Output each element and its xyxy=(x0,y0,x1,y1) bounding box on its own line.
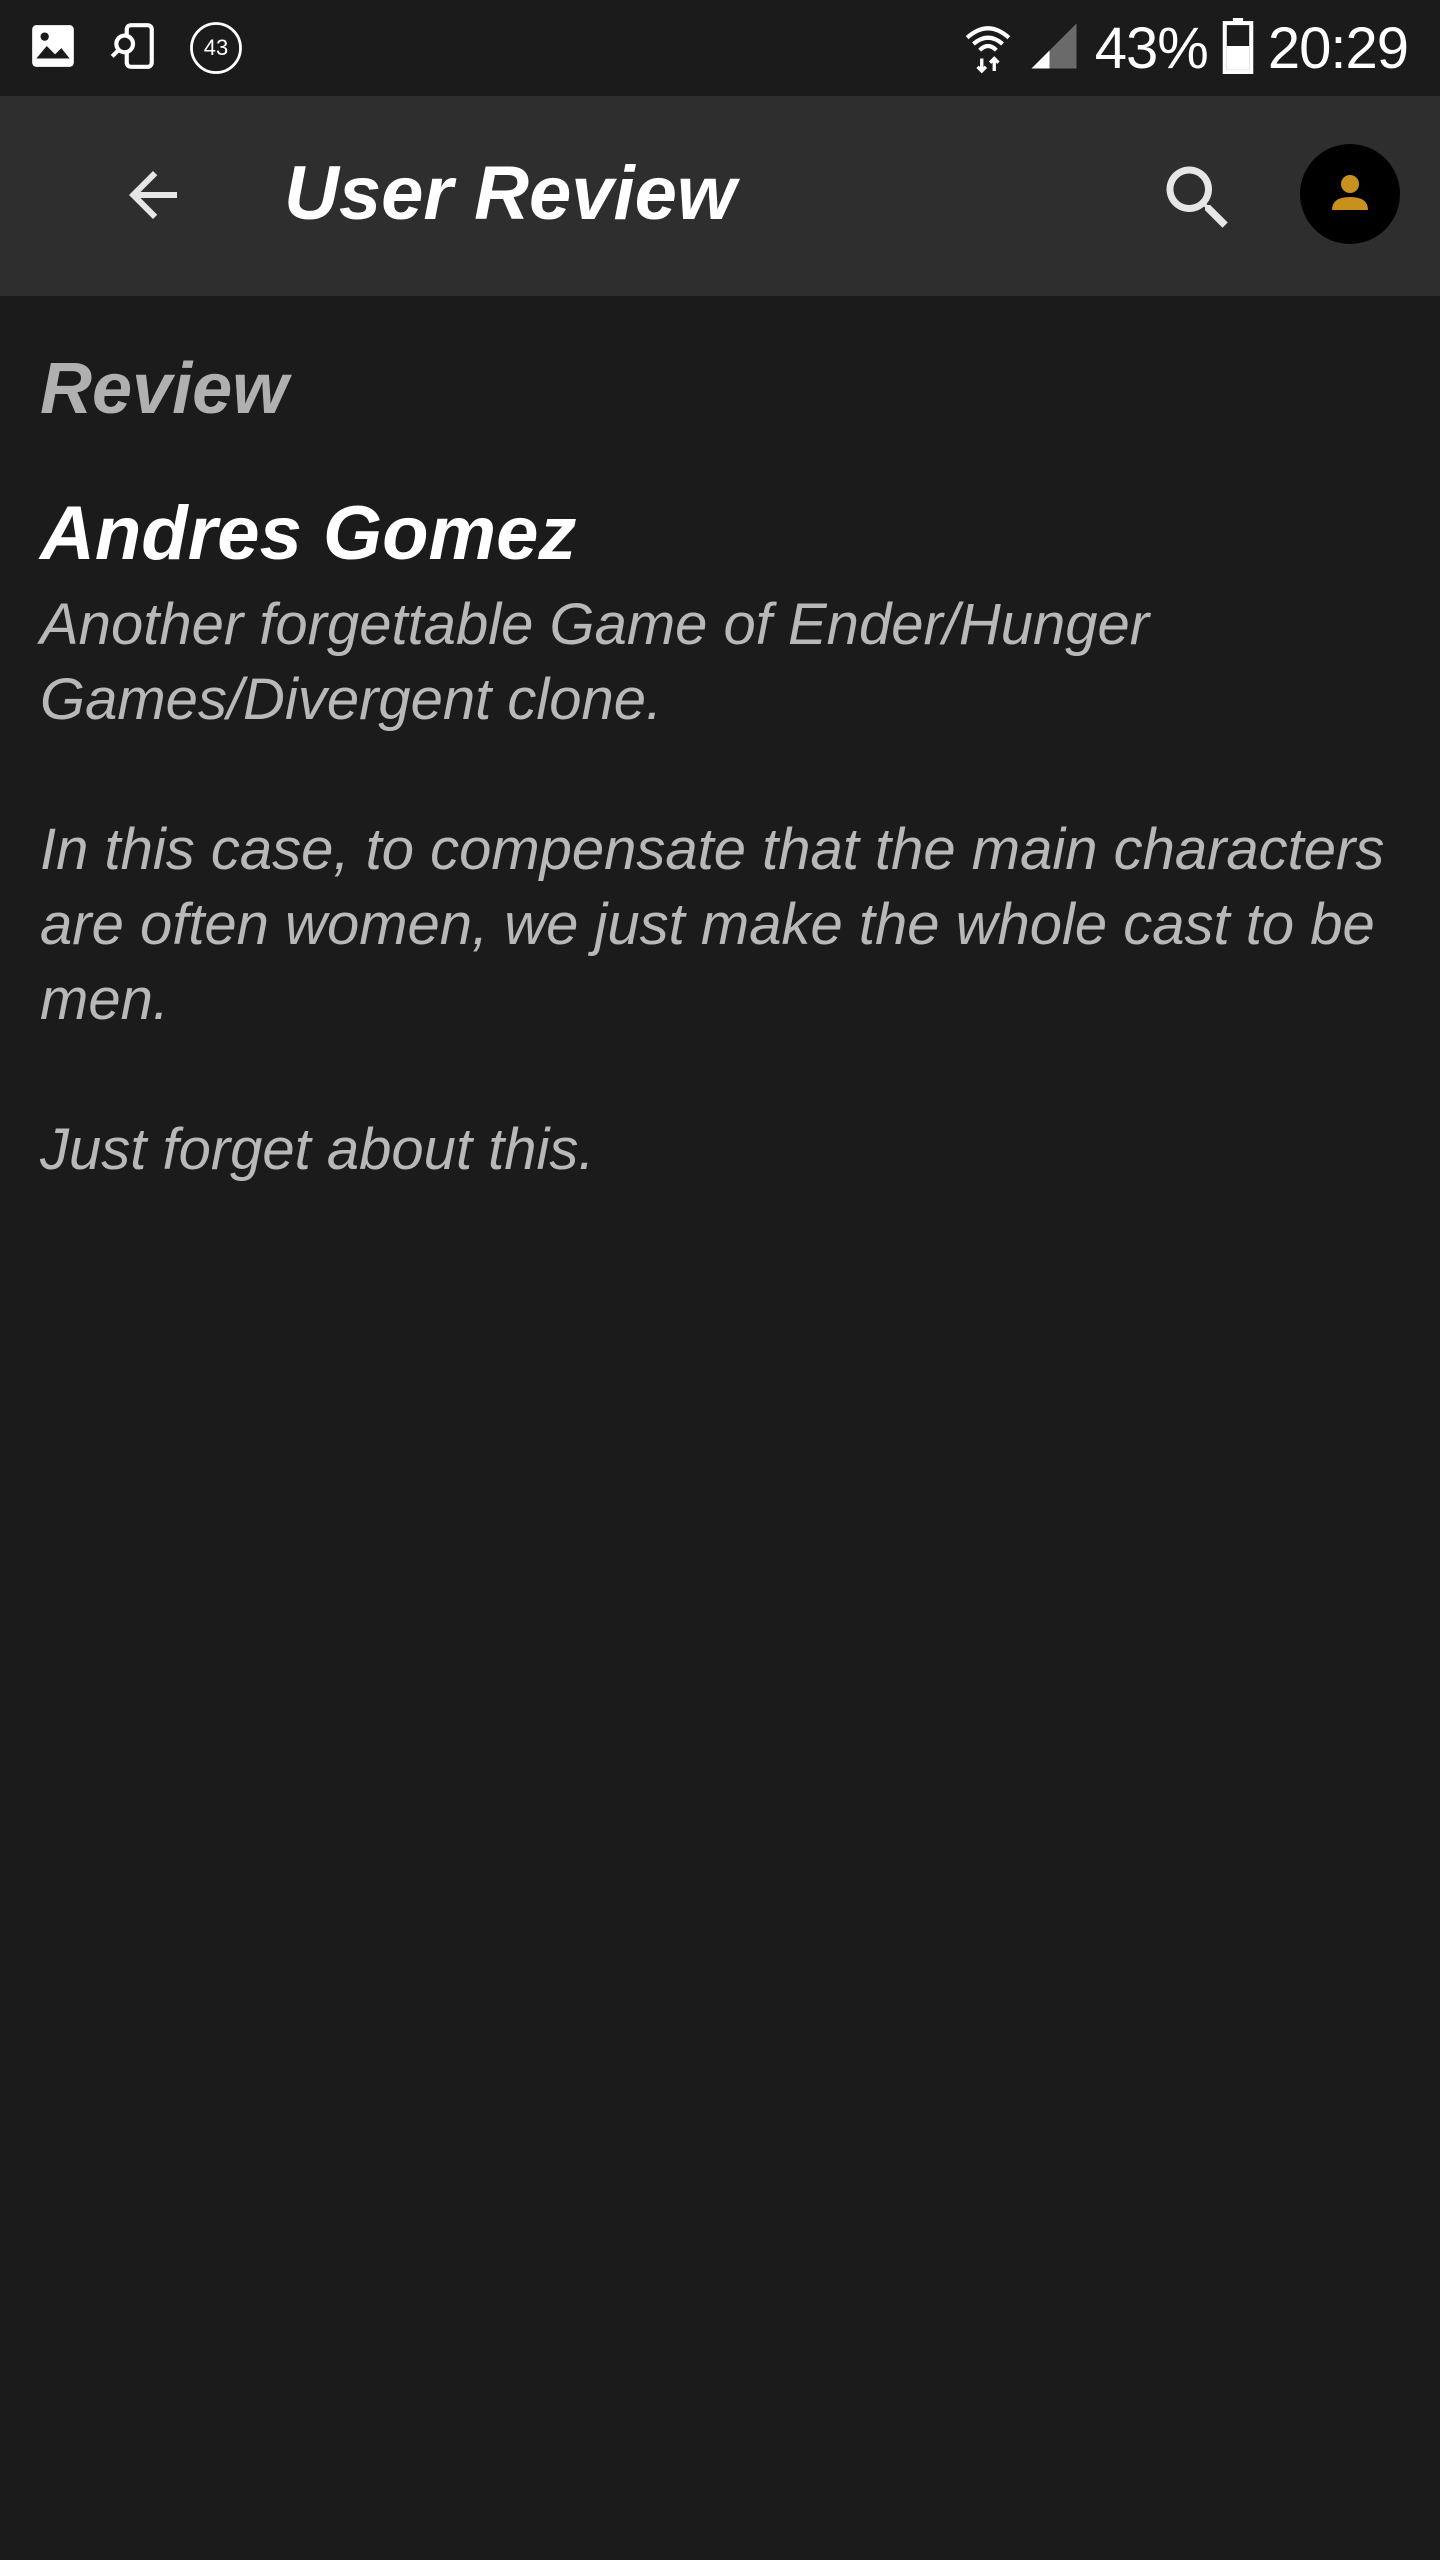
battery-icon xyxy=(1222,17,1254,79)
person-icon xyxy=(1326,168,1374,221)
status-bar-right: 43% 20:29 xyxy=(963,14,1409,82)
review-paragraph: Another forgettable Game of Ender/Hunger… xyxy=(40,592,1150,732)
status-bar: 43 43% 20:29 xyxy=(0,0,1440,96)
wifi-icon xyxy=(963,18,1013,79)
account-button[interactable] xyxy=(1300,144,1400,244)
back-button[interactable] xyxy=(108,152,198,242)
review-paragraph: Just forget about this. xyxy=(40,1117,595,1182)
page-title: User Review xyxy=(284,151,737,236)
signal-icon xyxy=(1027,19,1081,78)
battery-percent: 43% xyxy=(1094,15,1209,81)
search-button[interactable] xyxy=(1150,152,1246,248)
review-content: Review Andres Gomez Another forgettable … xyxy=(40,296,1400,1187)
review-body: Another forgettable Game of Ender/Hunger… xyxy=(40,587,1400,1187)
status-bar-left: 43 xyxy=(28,18,244,78)
arrow-back-icon xyxy=(117,159,189,236)
section-label: Review xyxy=(40,349,289,429)
image-icon xyxy=(28,21,78,76)
clock: 20:29 xyxy=(1267,15,1409,81)
reviewer-name: Andres Gomez xyxy=(40,491,577,576)
notification-count: 43 xyxy=(203,35,229,60)
app-bar: User Review xyxy=(0,96,1440,296)
notification-count-icon: 43 xyxy=(188,20,244,76)
review-paragraph: In this case, to compensate that the mai… xyxy=(40,817,1385,1032)
search-icon xyxy=(1156,156,1240,245)
screen-search-icon xyxy=(108,21,158,76)
